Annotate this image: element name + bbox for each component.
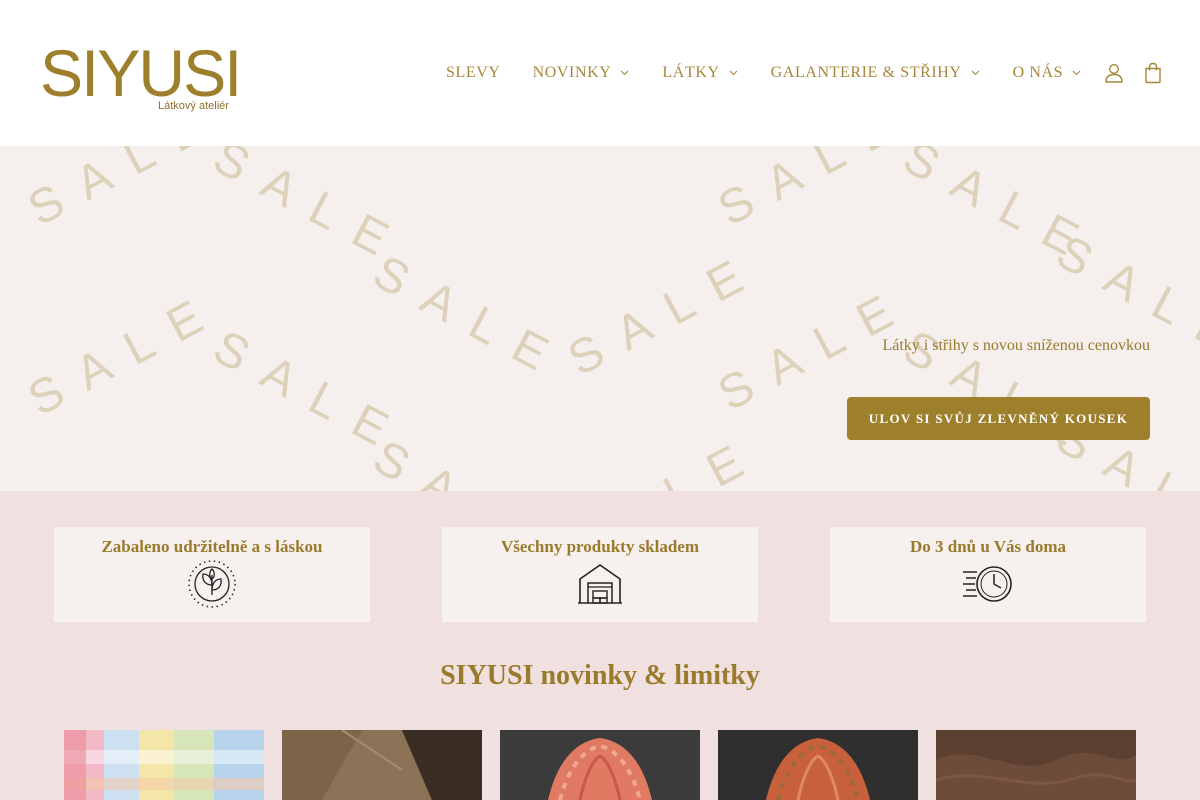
product-card[interactable] <box>718 730 918 800</box>
warehouse-icon <box>573 559 627 609</box>
nav-item-novinky[interactable]: NOVINKY <box>533 64 631 82</box>
hero-banner[interactable]: SALE SALE SALE SALE SALE SALE SALE SALE … <box>0 146 1200 491</box>
fabric-rust-stripe-image <box>718 730 918 800</box>
sale-watermark: SALE <box>19 146 231 237</box>
fast-clock-icon <box>961 559 1015 609</box>
shopping-bag-icon[interactable] <box>1144 62 1164 84</box>
nav-item-o-nas[interactable]: O NÁS <box>1013 64 1083 82</box>
nav-item-slevy[interactable]: SLEVY <box>446 64 501 82</box>
brand-tagline: Látkový ateliér <box>158 100 229 112</box>
feature-card-stock: Všechny produkty skladem <box>442 527 758 622</box>
chevron-down-icon <box>620 68 630 78</box>
fabric-checked-pastel-image <box>64 730 264 800</box>
chevron-down-icon <box>971 68 981 78</box>
brand-logo[interactable]: SIYUSI Látkový ateliér <box>40 36 242 120</box>
leaf-icon <box>185 559 239 609</box>
brand-logo-wordmark: SIYUSI <box>40 36 242 110</box>
product-card[interactable] <box>64 730 264 800</box>
feature-card-packaging: Zabaleno udržitelně a s láskou <box>54 527 370 622</box>
fabric-brown-knit-image <box>282 730 482 800</box>
main-nav: SLEVY NOVINKY LÁTKY GALANTERIE & STŘIHY … <box>446 63 1082 83</box>
feature-title: Do 3 dnů u Vás doma <box>909 537 1067 556</box>
chevron-down-icon <box>729 68 739 78</box>
sale-watermark: SALE <box>364 430 576 491</box>
sale-watermark: SALE <box>709 146 921 237</box>
sale-watermark: SALE <box>19 280 231 427</box>
product-card[interactable] <box>282 730 482 800</box>
sale-watermark: SALE <box>559 425 771 491</box>
product-card[interactable] <box>500 730 700 800</box>
nav-item-label: NOVINKY <box>532 64 612 81</box>
fabric-brown-velvet-image <box>936 730 1136 800</box>
feature-title: Zabaleno udržitelně a s láskou <box>101 537 323 556</box>
nav-item-label: O NÁS <box>1012 64 1064 81</box>
site-header: SIYUSI Látkový ateliér SLEVY NOVINKY LÁT… <box>0 0 1200 146</box>
nav-item-label: SLEVY <box>446 64 501 81</box>
features-band: Zabaleno udržitelně a s láskou Všechny p… <box>0 491 1200 800</box>
section-title-new-products: SIYUSI novinky & limitky <box>440 660 760 691</box>
nav-item-galanterie-strihy[interactable]: GALANTERIE & STŘIHY <box>771 64 981 82</box>
hero-cta-button[interactable]: ULOV SI SVŮJ ZLEVNĚNÝ KOUSEK <box>847 397 1150 440</box>
user-icon[interactable] <box>1104 62 1124 84</box>
hero-subtitle: Látky i střihy s novou sníženou cenovkou <box>882 337 1150 354</box>
nav-item-latky[interactable]: LÁTKY <box>662 64 738 82</box>
fabric-orange-stripe-image <box>500 730 700 800</box>
sale-watermark: SALE <box>364 245 576 392</box>
feature-card-delivery: Do 3 dnů u Vás doma <box>830 527 1146 622</box>
feature-title: Všechny produkty skladem <box>500 537 700 556</box>
product-card[interactable] <box>936 730 1136 800</box>
nav-item-label: GALANTERIE & STŘIHY <box>770 64 962 81</box>
chevron-down-icon <box>1072 68 1082 78</box>
nav-item-label: LÁTKY <box>662 64 720 81</box>
